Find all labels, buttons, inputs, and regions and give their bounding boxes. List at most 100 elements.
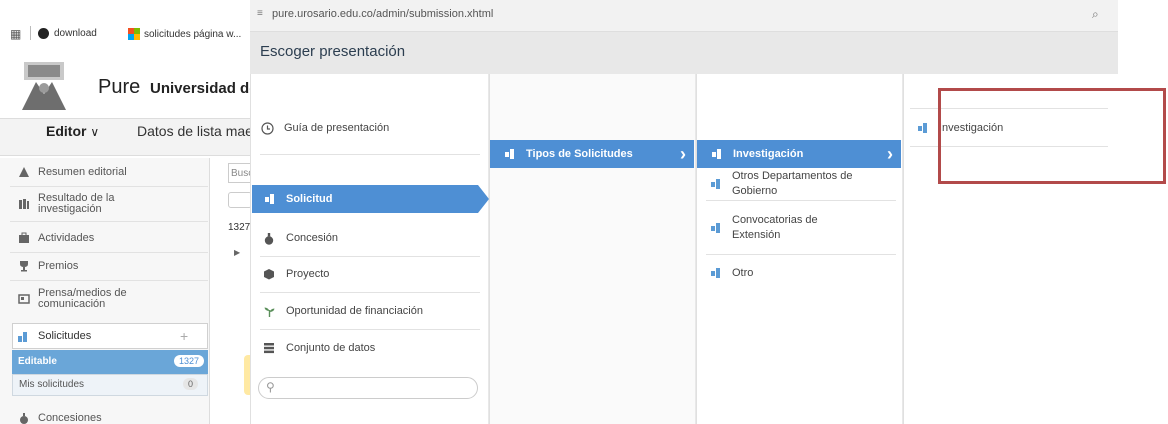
sidebar-item-label: Concesiones [38,411,102,424]
menu-item-oportunidad[interactable]: Oportunidad de financiación [262,301,423,321]
newspaper-icon [18,294,30,304]
menu-item-label: Solicitud [286,193,333,205]
column-border [695,74,696,424]
dialog-search-input[interactable] [258,377,478,399]
filter-button[interactable] [228,192,252,208]
menu-item-label: Guía de presentación [284,122,390,134]
chevron-right-icon [478,185,489,213]
sidebar-item-label: Premios [38,259,79,272]
windows-icon [128,28,140,40]
sidebar-divider [10,280,208,281]
sidebar-item-label: Resultado de la investigación [38,192,115,215]
menu-item-concesion[interactable]: Concesión [262,228,338,248]
sidebar-item-label: Solicitudes [38,329,92,342]
master-list-link[interactable]: Datos de lista maestra [137,123,250,139]
dialog-title: Escoger presentación [260,43,406,60]
menu-item-label: Proyecto [286,268,330,280]
apps-grid-icon[interactable]: ▦ [10,27,21,41]
menu-column-3 [696,74,902,424]
chevron-right-icon: › [680,143,686,164]
bar-chart-icon [262,192,276,206]
database-icon [262,341,276,355]
trophy-icon [20,261,28,272]
brand-name: Pure [98,76,141,98]
sidebar-item-prensa[interactable]: Prensa/medios de comunicación [18,288,208,310]
zoom-icon[interactable]: ⌕ [1092,7,1099,22]
menu-item-label: Oportunidad de financiación [286,305,423,317]
books-icon [19,199,29,209]
cube-icon [262,267,276,281]
bookmark-separator [30,26,31,40]
annotation-highlight-box [938,88,1166,184]
sidebar-divider [10,252,208,253]
sidebar-item-concesiones[interactable]: Concesiones [18,412,208,424]
expand-arrow-icon[interactable]: ▶ [234,248,240,257]
menu-item-label: Convocatorias de [732,214,818,226]
bar-chart-icon [18,330,30,342]
site-info-icon[interactable]: ≡ [257,8,263,19]
sidebar-item-label: Prensa/medios de comunicación [38,287,127,310]
sidebar-item-actividades[interactable]: Actividades [18,232,208,244]
menu-item-label: Investigación [733,148,804,160]
editor-label: Editor [46,123,87,139]
help-circle-icon [260,121,274,135]
bookmark-label: download [54,28,97,39]
editor-menu-button[interactable]: Editor ∨ [46,123,99,139]
menu-item-otros-departamentos[interactable]: Otros Departamentos de Gobierno [708,170,852,198]
sidebar-item-resultado[interactable]: Resultado de la investigación [18,193,208,215]
menu-item-proyecto[interactable]: Proyecto [262,264,329,284]
sprout-icon [262,304,276,318]
menu-divider [260,329,480,330]
menu-item-guia[interactable]: Guía de presentación [260,118,389,138]
university-name: Universidad del Rosario [150,80,250,97]
bookmark-label: solicitudes página w... [144,28,242,40]
menu-divider [260,154,480,155]
sub-item-label: Mis solicitudes [19,379,85,390]
count-badge: 0 [183,378,199,390]
menu-item-label: Tipos de Solicitudes [526,148,633,160]
bar-chart-icon [915,121,929,135]
menu-item-investigacion[interactable]: Investigación › [697,140,901,168]
menu-item-label: Concesión [286,232,338,244]
add-icon[interactable]: + [180,328,188,344]
menu-item-label: Otros Departamentos de [732,170,853,182]
url-text[interactable]: pure.urosario.edu.co/admin/submission.xh… [272,8,493,20]
sidebar-item-premios[interactable]: Premios [18,260,208,272]
bookmark-download[interactable]: download [38,28,97,39]
sidebar-divider [10,221,208,222]
chevron-down-icon: ∨ [90,125,100,139]
bar-chart-icon [709,147,723,161]
sidebar-item-resumen[interactable]: Resumen editorial [18,166,208,178]
menu-item-tipos-solicitudes[interactable]: Tipos de Solicitudes › [490,140,694,168]
column-border [902,74,903,424]
search-icon: ⚲ [266,380,275,394]
briefcase-icon [19,232,29,243]
menu-item-conjunto[interactable]: Conjunto de datos [262,338,375,358]
count-badge: 1327 [174,355,205,367]
bar-chart-icon [708,266,722,280]
sub-item-label: Editable [18,356,57,367]
content-search-input[interactable]: Buscar [228,163,252,183]
menu-divider [706,254,896,255]
sidebar-sub-mis-solicitudes[interactable]: Mis solicitudes 0 [12,374,208,396]
sidebar-sub-editable[interactable]: Editable 1327 [12,350,208,374]
menu-item-otro[interactable]: Otro [708,263,753,283]
menu-item-label: Gobierno [732,185,778,197]
bar-chart-icon [708,177,722,191]
menu-column-2 [489,74,695,424]
money-bag-icon [262,231,276,245]
menu-divider [260,256,480,257]
bookmark-solicitudes[interactable]: solicitudes página w... [128,28,246,40]
sidebar-solicitudes-label-wrap: Solicitudes + [18,328,208,344]
menu-item-label: Extensión [732,229,781,241]
university-logo [22,62,66,110]
menu-item-convocatorias[interactable]: Convocatorias de Extensión [708,214,818,242]
bar-chart-icon [708,221,722,235]
menu-item-label: Otro [732,267,754,279]
globe-icon [38,28,49,39]
sidebar-item-label: Resumen editorial [38,165,127,178]
menu-item-label: Conjunto de datos [286,342,376,354]
menu-item-solicitud[interactable]: Solicitud [252,185,489,213]
column-border [488,74,489,424]
bar-chart-icon [502,147,516,161]
